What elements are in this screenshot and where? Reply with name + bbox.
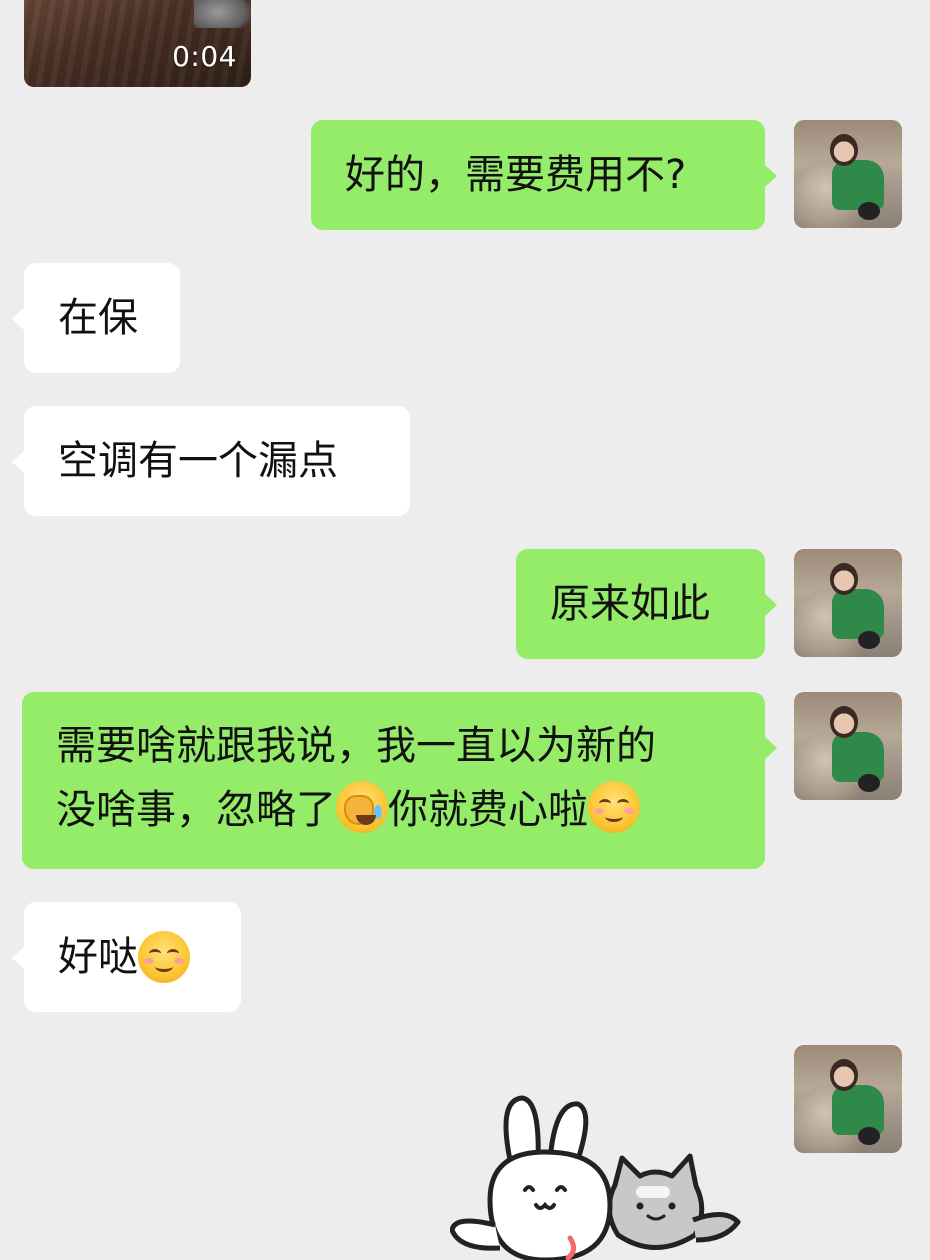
smile-emoji-mouth: [605, 811, 623, 822]
avatar-photo-person: [832, 160, 884, 210]
smile-emoji: [138, 931, 190, 983]
cat-figure: [606, 1153, 741, 1250]
cat-head: [606, 1153, 705, 1250]
avatar-photo-bag: [858, 202, 880, 220]
smile-emoji-cheek-left: [594, 808, 604, 814]
message-text: 好的，需要费用不?: [345, 152, 687, 198]
avatar-photo-head: [830, 1059, 858, 1091]
video-frame-shoe: [194, 0, 251, 28]
avatar-photo-head: [830, 706, 858, 738]
rabbit-figure: [450, 1095, 613, 1260]
video-message-thumbnail[interactable]: 0:04: [24, 0, 251, 87]
message-bubble-outgoing[interactable]: 好的，需要费用不?: [311, 120, 777, 230]
facepalm-emoji: [336, 781, 388, 833]
avatar-photo-bag: [858, 1127, 880, 1145]
cat-arm: [692, 1212, 741, 1243]
message-bubble-outgoing[interactable]: 原来如此: [516, 549, 777, 659]
cat-eye-right: [668, 1202, 676, 1210]
rabbit-mouth: [534, 1201, 556, 1210]
message-text: 原来如此: [550, 581, 710, 627]
message-bubble-incoming[interactable]: 好哒: [12, 902, 241, 1012]
cat-muzzle: [636, 1186, 670, 1198]
smile-emoji: [588, 781, 640, 833]
avatar-photo-person: [832, 589, 884, 639]
smile-emoji-cheek-right: [624, 808, 634, 814]
avatar[interactable]: [794, 549, 902, 657]
cat-eye-left: [636, 1202, 644, 1210]
message-text: 在保: [58, 295, 138, 341]
smile-emoji-mouth: [155, 961, 173, 972]
avatar[interactable]: [794, 120, 902, 228]
avatar-photo-bag: [858, 774, 880, 792]
message-bubble-incoming[interactable]: 空调有一个漏点: [12, 406, 410, 516]
rabbit-and-cat-sticker[interactable]: [450, 1090, 760, 1260]
smile-emoji-cheek-right: [174, 958, 184, 964]
avatar-photo-head: [830, 134, 858, 166]
message-text-segment: 没啥事，忽略了: [56, 787, 336, 833]
avatar[interactable]: [794, 1045, 902, 1153]
smile-emoji-cheek-left: [144, 958, 154, 964]
message-text-line-2: 没啥事，忽略了 你就费心啦: [56, 778, 731, 842]
message-text: 好哒: [58, 934, 138, 980]
message-text: 空调有一个漏点: [58, 438, 338, 484]
avatar-photo-person: [832, 732, 884, 782]
avatar-photo-head: [830, 563, 858, 595]
message-bubble-incoming[interactable]: 在保: [12, 263, 180, 373]
message-text-segment: 你就费心啦: [388, 787, 588, 833]
avatar-photo-bag: [858, 631, 880, 649]
video-duration: 0:04: [172, 40, 237, 73]
avatar-photo-person: [832, 1085, 884, 1135]
avatar[interactable]: [794, 692, 902, 800]
rabbit-arm: [450, 1218, 501, 1251]
message-bubble-outgoing[interactable]: 需要啥就跟我说，我一直以为新的 没啥事，忽略了 你就费心啦: [22, 692, 777, 869]
message-text-line-1: 需要啥就跟我说，我一直以为新的: [56, 723, 656, 769]
